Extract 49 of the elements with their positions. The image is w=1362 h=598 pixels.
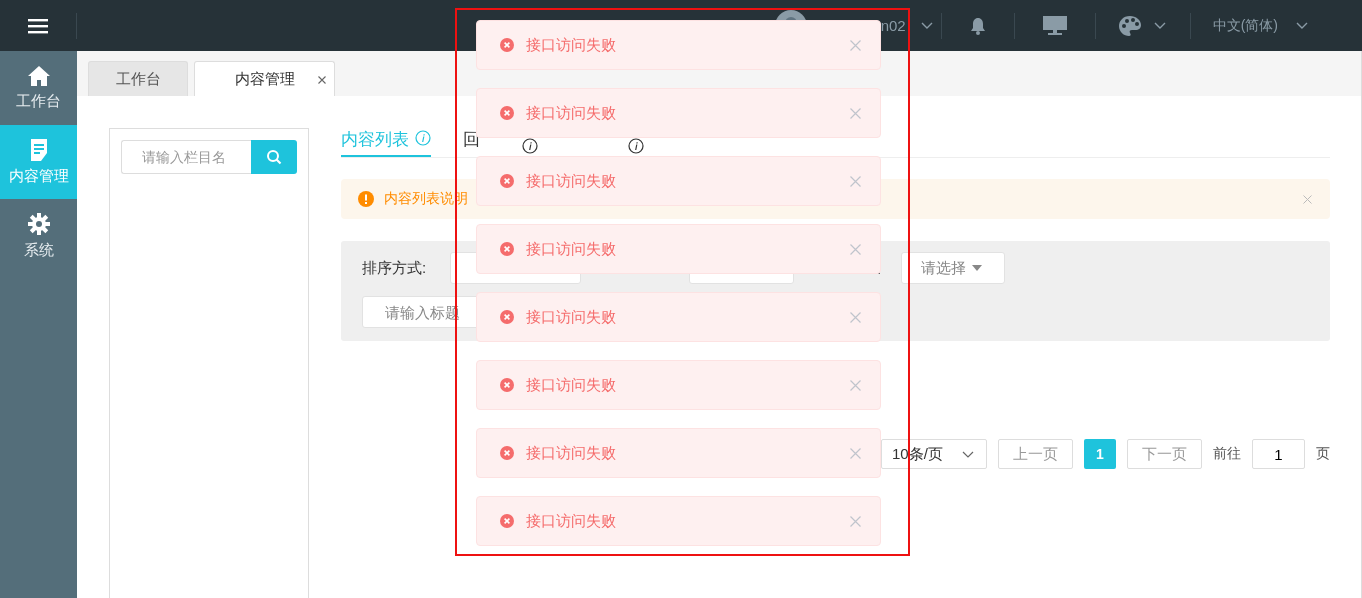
user-name[interactable]: n02 [880,17,906,34]
info-icon [415,130,431,146]
toast-message: 接口访问失败 [526,511,616,531]
error-icon [500,106,514,120]
toast-message: 接口访问失败 [526,103,616,123]
bell-icon[interactable] [969,16,986,35]
sidebar-item[interactable]: 系统 [0,199,77,273]
error-icon [500,446,514,460]
prev-page-button[interactable]: 上一页 [998,439,1073,469]
info-icon [522,138,538,154]
page-tab[interactable]: 内容管理 [194,61,335,96]
search-icon [266,149,282,165]
toast-message: 接口访问失败 [526,239,616,259]
chevron-icon[interactable] [1296,21,1308,30]
next-page-button[interactable]: 下一页 [1127,439,1202,469]
error-icon [500,514,514,528]
error-icon [500,38,514,52]
palette-icon[interactable] [1117,14,1142,37]
search-field[interactable]: 请输入栏目名 [121,140,251,174]
chevron-icon[interactable] [1153,21,1166,30]
page-unit: 页 [1316,445,1330,463]
error-icon [500,310,514,324]
sort-label: 排序方式: [362,258,428,278]
error-icon [500,378,514,392]
toast-message: 接口访问失败 [526,35,616,55]
warning-icon [358,191,374,207]
chevron-icon [962,450,974,458]
dropdown-icon [972,265,983,271]
close-icon[interactable] [318,76,326,84]
menu-icon[interactable] [28,17,48,34]
chevron-icon[interactable] [920,21,933,30]
toast-message: 接口访问失败 [526,171,616,191]
page-size-select[interactable]: 10条/页 [881,439,987,469]
document-icon [28,138,49,161]
error-icon [500,174,514,188]
toast-message: 接口访问失败 [526,443,616,463]
monitor-icon[interactable] [1042,15,1067,36]
filter-label: : [877,259,882,277]
sidebar-item[interactable]: 工作台 [0,51,77,125]
search-button[interactable] [251,140,297,174]
page-tab[interactable]: 工作台 [88,61,188,96]
goto-label: 前往 [1213,445,1241,463]
info-icon [628,138,644,154]
select-field[interactable]: 请选择 [901,252,1006,284]
home-icon [27,65,50,86]
language-selector[interactable]: 中文(简体) [1212,16,1278,35]
toast-message: 接口访问失败 [526,375,616,395]
page-number-field[interactable]: 1 [1252,439,1305,469]
error-icon [500,242,514,256]
